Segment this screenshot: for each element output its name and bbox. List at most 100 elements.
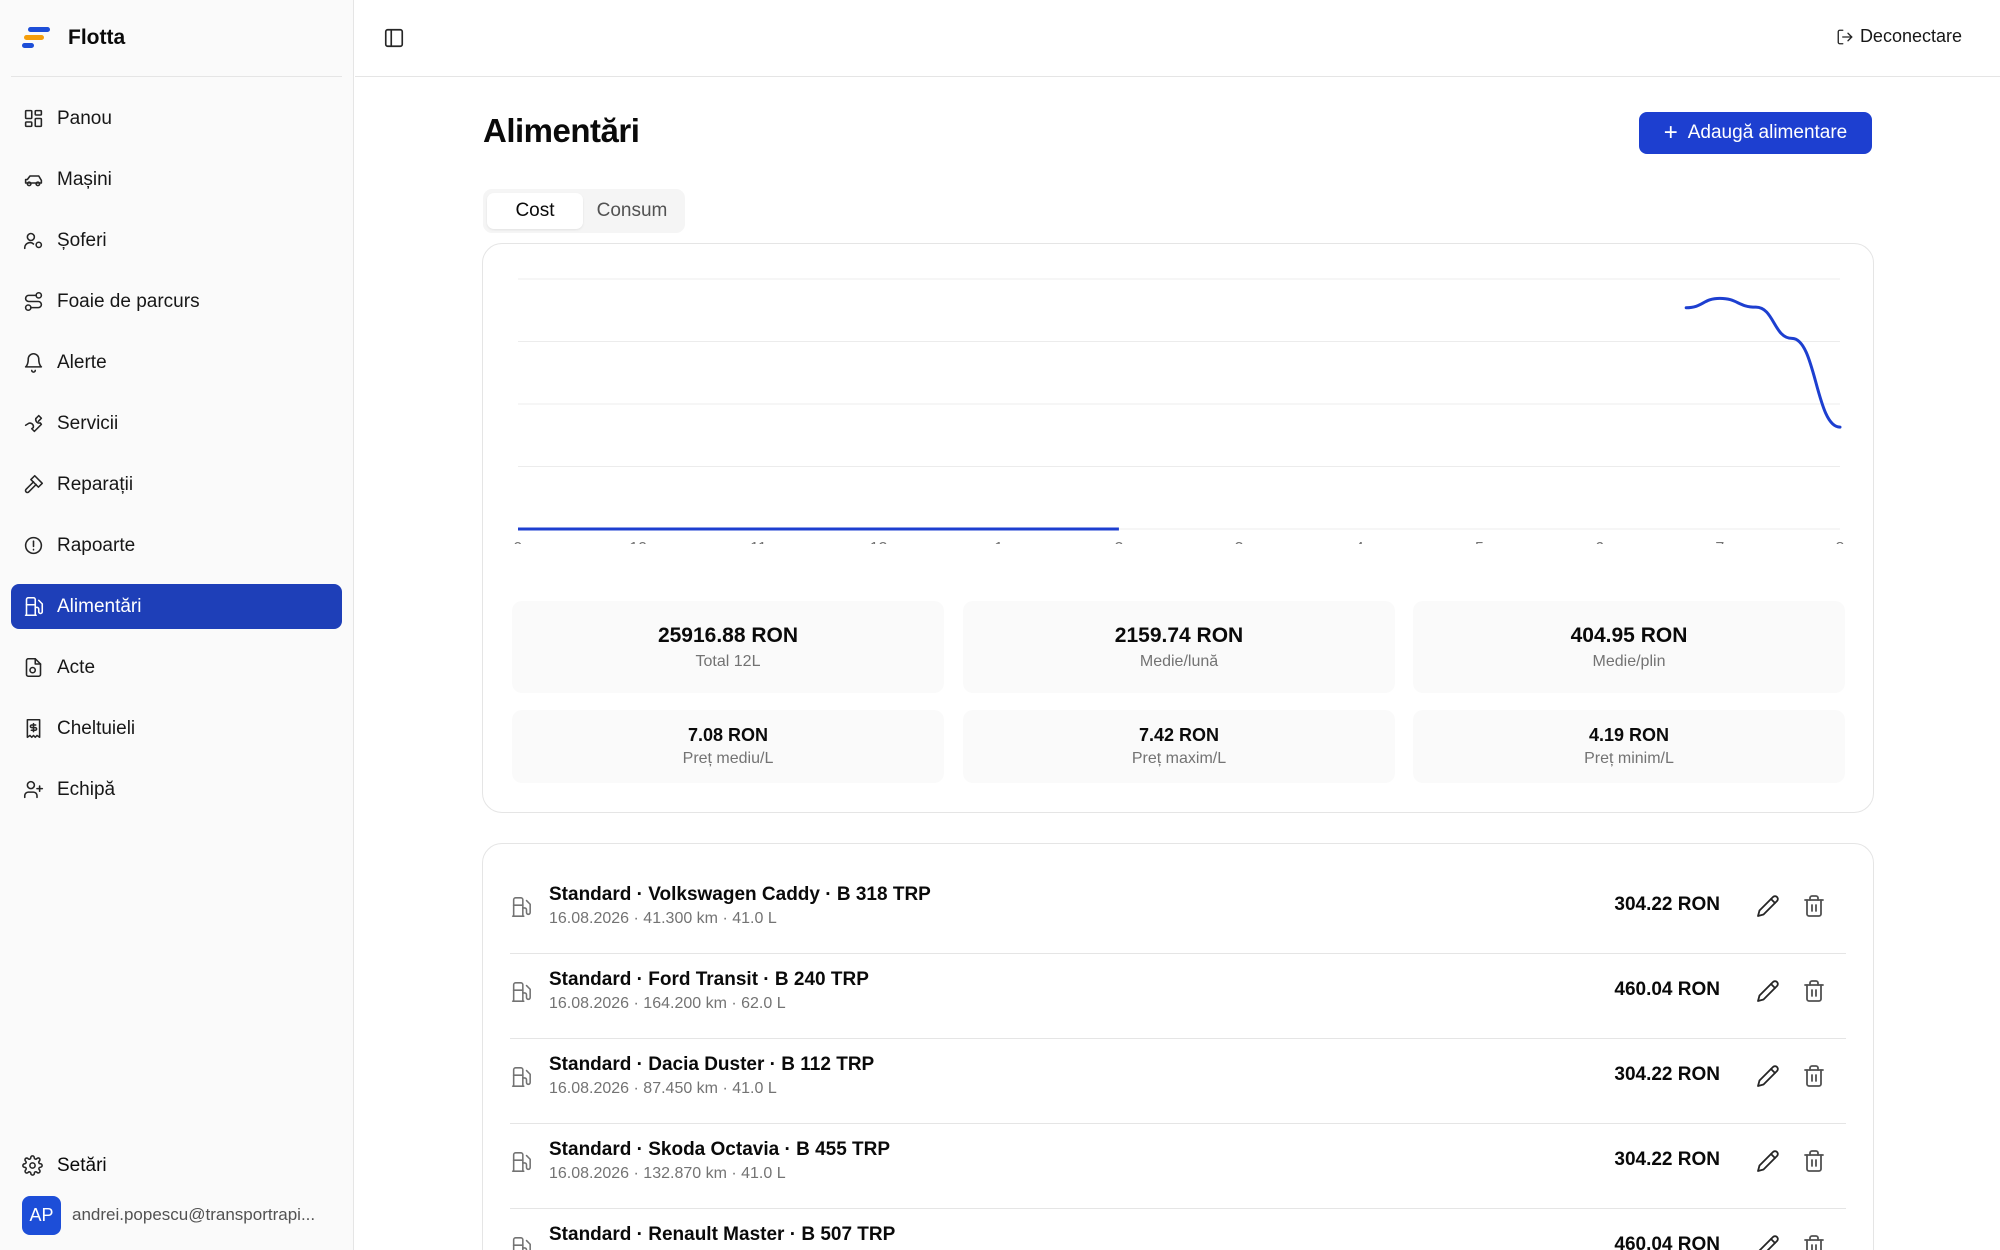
gear-icon — [22, 1155, 44, 1177]
sidebar-item-rapoarte[interactable]: Rapoarte — [11, 523, 342, 568]
fuel-pump-icon — [510, 1151, 532, 1173]
stat-label: Total 12L — [695, 652, 761, 670]
x-tick-label: 5 — [1475, 540, 1484, 544]
entry-title: Standard · Dacia Duster · B 112 TRP — [549, 1054, 875, 1075]
delete-button[interactable] — [1802, 894, 1828, 920]
user-menu[interactable]: AP andrei.popescu@transportrapi... — [11, 1194, 342, 1236]
sidebar-item-label: Acte — [57, 656, 96, 678]
sidebar-item-label: Setări — [57, 1154, 107, 1176]
sidebar-item-servicii[interactable]: Servicii — [11, 401, 342, 446]
tab-consum[interactable]: Consum — [583, 193, 681, 229]
edit-button[interactable] — [1756, 1064, 1782, 1090]
fuel-pump-icon — [510, 1066, 532, 1088]
entry-title: Standard · Ford Transit · B 240 TRP — [549, 969, 869, 990]
edit-button[interactable] — [1756, 1234, 1782, 1250]
sidebar-item-label: Șoferi — [57, 229, 107, 251]
x-tick-label: 7 — [1715, 540, 1724, 544]
x-tick-label: 3 — [1235, 540, 1244, 544]
add-refuel-label: Adaugă alimentare — [1687, 122, 1848, 143]
sidebar-item-echipa[interactable]: Echipă — [11, 767, 342, 812]
chart-tabs: Cost Consum — [483, 189, 685, 233]
list-item[interactable]: Standard · Volkswagen Caddy · B 318 TRP … — [510, 870, 1846, 954]
entry-amount: 304.22 RON — [1614, 894, 1720, 915]
sidebar-footer: Setări AP andrei.popescu@transportrapi..… — [11, 1143, 342, 1236]
alert-circle-icon — [22, 535, 44, 557]
sidebar-item-label: Alerte — [57, 351, 107, 373]
plus-icon: + — [1663, 119, 1678, 146]
cost-line-chart: 910111212345678 — [514, 278, 1845, 544]
sidebar-item-alimentari[interactable]: Alimentări — [11, 584, 342, 629]
sidebar: Flotta Panou Mașini Șoferi Foaie de parc… — [0, 0, 354, 1250]
sidebar-item-label: Foaie de parcurs — [57, 290, 200, 312]
sidebar-item-panou[interactable]: Panou — [11, 96, 342, 141]
sidebar-item-label: Echipă — [57, 778, 116, 800]
list-item[interactable]: Standard · Skoda Octavia · B 455 TRP 16.… — [510, 1125, 1846, 1209]
stat-label: Preț mediu/L — [682, 750, 774, 767]
edit-button[interactable] — [1756, 979, 1782, 1005]
sidebar-item-acte[interactable]: Acte — [11, 645, 342, 690]
sidebar-item-alerte[interactable]: Alerte — [11, 340, 342, 385]
route-icon — [22, 291, 44, 313]
list-item[interactable]: Standard · Ford Transit · B 240 TRP 16.0… — [510, 955, 1846, 1039]
sidebar-item-label: Reparații — [57, 473, 134, 495]
edit-button[interactable] — [1756, 1149, 1782, 1175]
list-item[interactable]: Standard · Renault Master · B 507 TRP 46… — [510, 1210, 1846, 1250]
fuel-pump-icon — [510, 896, 532, 918]
delete-button[interactable] — [1802, 979, 1828, 1005]
pencil-icon — [1757, 1150, 1779, 1172]
entry-details: 16.08.2026 · 164.200 km · 62.0 L — [549, 995, 786, 1012]
stat-value: 404.95 RON — [1570, 623, 1688, 647]
fuel-pump-icon — [510, 1236, 532, 1250]
cost-chart-card: 910111212345678 25916.88 RON Total 12L 2… — [482, 243, 1874, 813]
sidebar-item-label: Alimentări — [57, 595, 142, 617]
stat-value: 7.42 RON — [1138, 725, 1220, 745]
fuel-pump-icon — [510, 981, 532, 1003]
sidebar-item-masini[interactable]: Mașini — [11, 157, 342, 202]
dashboard-icon — [22, 108, 44, 130]
bell-icon — [22, 352, 44, 374]
receipt-icon — [22, 718, 44, 740]
sidebar-item-soferi[interactable]: Șoferi — [11, 218, 342, 263]
sidebar-toggle-button[interactable] — [383, 27, 407, 51]
entry-details: 16.08.2026 · 87.450 km · 41.0 L — [549, 1080, 777, 1097]
entry-amount: 304.22 RON — [1614, 1149, 1720, 1170]
sidebar-item-reparatii[interactable]: Reparații — [11, 462, 342, 507]
flotta-logo-icon — [22, 27, 52, 49]
trash-icon — [1804, 895, 1824, 917]
sidebar-item-foaie-de-parcurs[interactable]: Foaie de parcurs — [11, 279, 342, 324]
x-tick-label: 6 — [1595, 540, 1604, 544]
logout-icon — [1837, 29, 1853, 44]
tab-cost[interactable]: Cost — [487, 193, 583, 229]
sidebar-item-cheltuieli[interactable]: Cheltuieli — [11, 706, 342, 751]
delete-button[interactable] — [1802, 1149, 1828, 1175]
stat-value: 4.19 RON — [1588, 725, 1670, 745]
entry-amount: 304.22 RON — [1614, 1064, 1720, 1085]
sidebar-nav: Panou Mașini Șoferi Foaie de parcurs Ale… — [0, 96, 353, 812]
fuel-icon — [22, 596, 44, 618]
sidebar-item-label: Rapoarte — [57, 534, 136, 556]
edit-button[interactable] — [1756, 894, 1782, 920]
x-tick-label: 12 — [870, 540, 888, 544]
entry-amount: 460.04 RON — [1614, 979, 1720, 1000]
car-icon — [22, 169, 44, 191]
stat-value: 2159.74 RON — [1114, 623, 1244, 647]
x-tick-label: 9 — [514, 540, 523, 544]
trash-icon — [1804, 980, 1824, 1002]
delete-button[interactable] — [1802, 1234, 1828, 1250]
add-refuel-button[interactable]: + Adaugă alimentare — [1639, 112, 1872, 154]
page-title: Alimentări — [483, 112, 640, 149]
pencil-icon — [1757, 895, 1779, 917]
stat-value: 7.08 RON — [687, 725, 769, 745]
list-item[interactable]: Standard · Dacia Duster · B 112 TRP 16.0… — [510, 1040, 1846, 1124]
x-tick-label: 2 — [1114, 540, 1123, 544]
trash-icon — [1804, 1150, 1824, 1172]
logout-button[interactable]: Deconectare — [1836, 26, 1962, 47]
entry-title: Standard · Skoda Octavia · B 455 TRP — [549, 1139, 891, 1160]
brand[interactable]: Flotta — [11, 0, 342, 77]
stat-value: 25916.88 RON — [657, 623, 799, 647]
stat-label: Preț minim/L — [1584, 750, 1674, 767]
delete-button[interactable] — [1802, 1064, 1828, 1090]
sidebar-item-setari[interactable]: Setări — [11, 1143, 342, 1188]
entry-details: 16.08.2026 · 132.870 km · 41.0 L — [549, 1165, 786, 1182]
refuel-list-card: Standard · Volkswagen Caddy · B 318 TRP … — [482, 843, 1874, 1250]
